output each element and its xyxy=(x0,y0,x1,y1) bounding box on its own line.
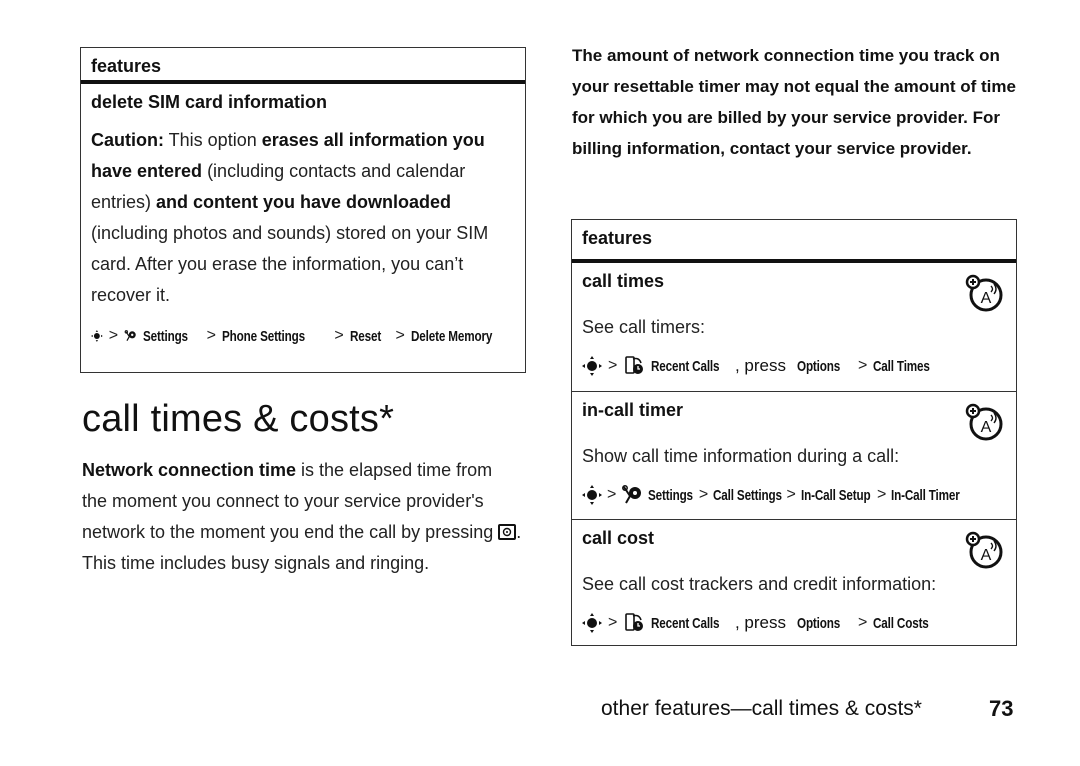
path-step: Call Times xyxy=(873,357,931,375)
network-dependent-icon: A xyxy=(965,403,1003,441)
features-header: features xyxy=(81,48,525,84)
path-step: Call Settings xyxy=(713,486,783,504)
section-title: call times & costs* xyxy=(82,398,395,440)
path-step: Options xyxy=(796,357,840,375)
path-step: In-Call Timer xyxy=(891,486,960,504)
running-footer: other features—call times & costs* xyxy=(601,697,922,720)
feature-title: delete SIM card information xyxy=(91,92,328,112)
svg-text:A: A xyxy=(981,290,992,307)
menu-path: > Recent Calls, press Options > Call Tim… xyxy=(582,355,1006,377)
call-times-feature-box: features call times A See call timers: >… xyxy=(571,219,1017,646)
feature-row-call-times: call times A See call timers: > Recent C… xyxy=(572,263,1016,391)
settings-icon xyxy=(124,330,136,341)
feature-title: in-call timer xyxy=(582,400,684,420)
path-step: Call Costs xyxy=(873,614,930,632)
recent-calls-icon xyxy=(625,356,644,374)
feature-description: Show call time information during a call… xyxy=(582,446,900,466)
svg-text:A: A xyxy=(981,419,992,436)
delete-sim-feature-box: features delete SIM card information Cau… xyxy=(80,47,526,373)
caution-label: Caution: xyxy=(91,130,164,150)
path-step: In-Call Setup xyxy=(800,486,871,504)
page-number: 73 xyxy=(989,696,1014,721)
path-step: Settings xyxy=(648,486,694,504)
path-step: Phone Settings xyxy=(221,327,305,345)
svg-text:A: A xyxy=(981,547,992,564)
feature-description: See call timers: xyxy=(582,317,706,337)
path-step: Reset xyxy=(349,327,381,345)
feature-title: call cost xyxy=(582,528,655,548)
section-intro: Network connection time is the elapsed t… xyxy=(82,460,522,573)
menu-path: > Settings > Call Settings > In-Call Set… xyxy=(582,484,1006,506)
nav-key-icon xyxy=(91,330,103,342)
path-step: Settings xyxy=(143,327,188,345)
features-header: features xyxy=(572,220,1016,263)
feature-title: call times xyxy=(582,271,665,291)
settings-icon xyxy=(622,485,642,504)
menu-path: > Settings > Phone Settings > Reset > De… xyxy=(91,325,515,347)
billing-note: The amount of network connection time yo… xyxy=(572,46,1016,158)
recent-calls-icon xyxy=(625,613,644,631)
end-key-icon xyxy=(498,524,517,540)
feature-row-call-cost: call cost A See call cost trackers and c… xyxy=(572,519,1016,645)
nav-key-icon xyxy=(582,613,602,633)
feature-row-in-call-timer: in-call timer A Show call time informati… xyxy=(572,391,1016,519)
network-dependent-icon: A xyxy=(965,274,1003,312)
network-dependent-icon: A xyxy=(965,531,1003,569)
menu-path: > Recent Calls, press Options > Call Cos… xyxy=(582,612,1006,634)
path-step: Options xyxy=(796,614,840,632)
nav-key-icon xyxy=(582,485,602,505)
nav-key-icon xyxy=(582,356,602,376)
path-step: Delete Memory xyxy=(410,327,493,345)
path-step: Recent Calls xyxy=(651,614,720,632)
path-step: Recent Calls xyxy=(651,357,720,375)
feature-description: Caution: This option erases all informat… xyxy=(91,130,489,305)
feature-description: See call cost trackers and credit inform… xyxy=(582,574,937,594)
